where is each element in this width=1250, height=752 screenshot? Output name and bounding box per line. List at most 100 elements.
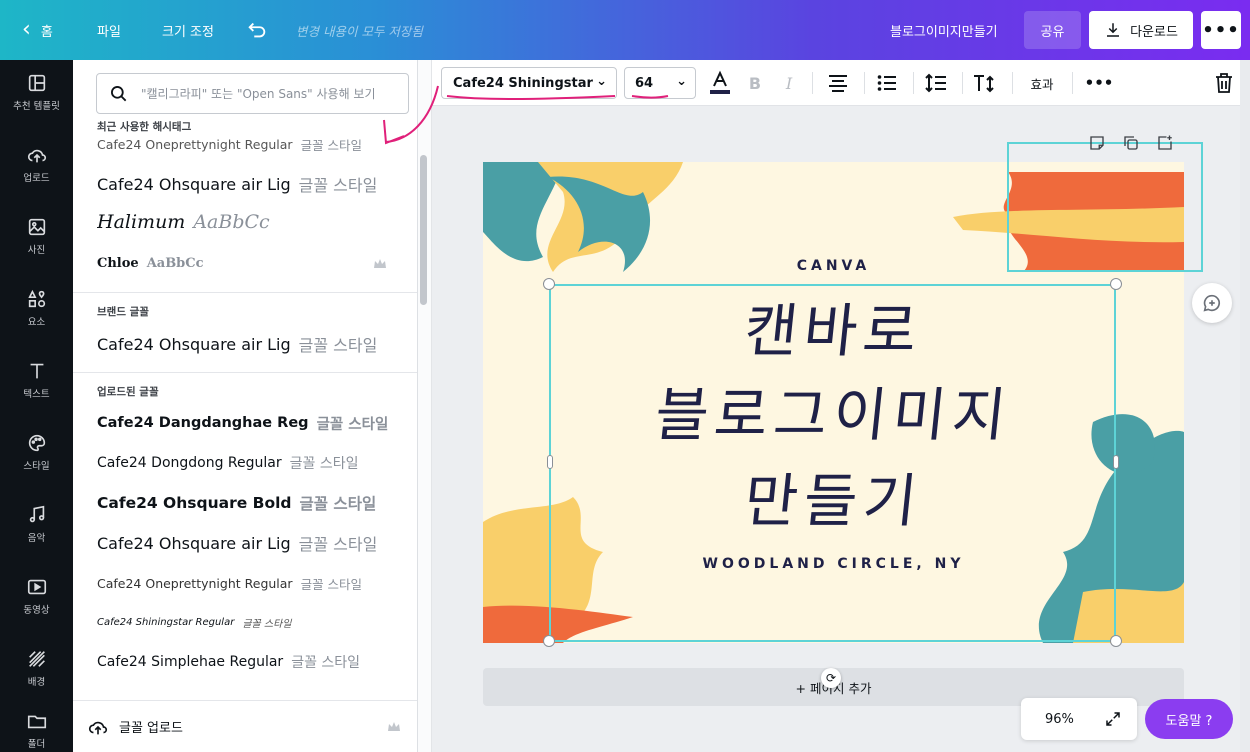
upload-font-button[interactable]: 글꼴 업로드 bbox=[73, 700, 417, 752]
font-option-sample: AaBbCc bbox=[193, 211, 270, 233]
document-title[interactable]: 블로그이미지만들기 bbox=[890, 0, 998, 60]
font-option[interactable]: Cafe24 Shiningstar Regular 글꼴 스타일 bbox=[97, 605, 397, 639]
section-divider bbox=[73, 372, 417, 373]
resize-handle-br[interactable] bbox=[1110, 635, 1122, 647]
rail-label: 배경 bbox=[27, 677, 46, 688]
rail-label: 추천 템플릿 bbox=[13, 101, 60, 112]
upload-cloud-icon bbox=[88, 721, 108, 734]
resize-handle-tr[interactable] bbox=[1110, 278, 1122, 290]
palette-icon bbox=[28, 434, 45, 452]
chevron-left-icon: ‹ bbox=[22, 17, 31, 42]
toolbar-divider bbox=[864, 72, 865, 94]
top-bar: ‹ 홈 파일 크기 조정 변경 내용이 모두 저장됨 블로그이미지만들기 공유 … bbox=[0, 0, 1250, 60]
font-option-name: Cafe24 Ohsquare Bold bbox=[97, 494, 292, 512]
zoom-control[interactable]: 96% bbox=[1021, 698, 1137, 740]
undo-button[interactable] bbox=[246, 0, 268, 60]
file-menu[interactable]: 파일 bbox=[97, 0, 121, 60]
toolbar-divider bbox=[962, 72, 963, 94]
note-icon[interactable] bbox=[1088, 134, 1106, 152]
font-option-name: Cafe24 Oneprettynight Regular bbox=[97, 136, 293, 152]
share-button[interactable]: 공유 bbox=[1024, 11, 1081, 49]
add-comment-button[interactable] bbox=[1192, 283, 1232, 323]
text-transform-button[interactable] bbox=[969, 67, 1001, 99]
home-button[interactable]: ‹ 홈 bbox=[22, 0, 53, 60]
font-option-name: Halimum bbox=[97, 211, 186, 233]
line-spacing-icon bbox=[925, 73, 946, 93]
rotate-handle[interactable]: ⟳ bbox=[821, 668, 841, 688]
section-divider bbox=[73, 292, 417, 293]
rail-item-music[interactable]: 음악 bbox=[0, 492, 73, 556]
rail-label: 스타일 bbox=[23, 461, 50, 472]
resize-handle-tl[interactable] bbox=[543, 278, 555, 290]
italic-button[interactable]: I bbox=[773, 67, 805, 99]
font-search-input[interactable] bbox=[141, 80, 403, 108]
template-icon bbox=[28, 74, 45, 92]
font-option[interactable]: Halimum AaBbCc bbox=[97, 205, 397, 239]
crown-icon bbox=[374, 259, 386, 268]
rail-item-templates[interactable]: 추천 템플릿 bbox=[0, 60, 73, 124]
font-family-dropdown[interactable]: Cafe24 Shiningstar ⌄ bbox=[441, 67, 617, 99]
search-icon bbox=[111, 86, 127, 102]
chevron-down-icon: ⌄ bbox=[596, 74, 607, 89]
text-selection-box[interactable] bbox=[549, 284, 1116, 642]
resize-handle-left[interactable] bbox=[547, 455, 553, 469]
font-option[interactable]: Cafe24 Dangdanghae Reg 글꼴 스타일 bbox=[97, 406, 397, 440]
toolbar-more-button[interactable]: ••• bbox=[1083, 67, 1115, 99]
rail-item-photos[interactable]: 사진 bbox=[0, 204, 73, 268]
font-option[interactable]: Cafe24 Oneprettynight Regular 글꼴 스타일 bbox=[97, 566, 397, 600]
rotate-icon: ⟳ bbox=[825, 671, 837, 685]
font-option[interactable]: Cafe24 Dongdong Regular 글꼴 스타일 bbox=[97, 446, 397, 480]
help-button[interactable]: 도움말 ? bbox=[1145, 699, 1233, 739]
rail-label: 요소 bbox=[27, 317, 46, 328]
font-option[interactable]: Cafe24 Ohsquare air Lig 글꼴 스타일 bbox=[97, 526, 397, 560]
rail-item-folders[interactable]: 폴더 bbox=[0, 702, 73, 752]
font-option[interactable]: Cafe24 Ohsquare Bold 글꼴 스타일 bbox=[97, 486, 397, 520]
toolbar-divider bbox=[1072, 72, 1073, 94]
rail-label: 동영상 bbox=[23, 605, 50, 616]
rail-item-elements[interactable]: 요소 bbox=[0, 276, 73, 340]
font-option-sample: 글꼴 스타일 bbox=[242, 618, 292, 630]
rail-item-text[interactable]: 텍스트 bbox=[0, 348, 73, 412]
rail-item-videos[interactable]: 동영상 bbox=[0, 564, 73, 628]
download-button[interactable]: 다운로드 bbox=[1089, 11, 1193, 49]
font-option[interactable]: Cafe24 Ohsquare air Lig 글꼴 스타일 bbox=[97, 167, 397, 201]
align-button[interactable] bbox=[822, 67, 854, 99]
font-option-name: Cafe24 Ohsquare air Lig bbox=[97, 533, 291, 553]
font-option[interactable]: Cafe24 Ohsquare air Lig 글꼴 스타일 bbox=[97, 327, 397, 361]
more-options-button[interactable]: ••• bbox=[1201, 11, 1241, 49]
rail-item-uploads[interactable]: 업로드 bbox=[0, 132, 73, 196]
text-color-button[interactable] bbox=[704, 67, 736, 99]
hover-outline bbox=[1007, 142, 1203, 272]
font-search-box[interactable] bbox=[96, 73, 409, 114]
fullscreen-icon[interactable] bbox=[1104, 710, 1122, 728]
font-option-sample: 글꼴 스타일 bbox=[291, 655, 361, 671]
page-tools bbox=[1088, 134, 1174, 152]
text-color-icon bbox=[710, 70, 730, 94]
rail-item-styles[interactable]: 스타일 bbox=[0, 420, 73, 484]
rail-label: 업로드 bbox=[23, 173, 50, 184]
font-option-sample: 글꼴 스타일 bbox=[299, 495, 377, 513]
effects-button[interactable]: 효과 bbox=[1024, 67, 1060, 99]
resize-menu[interactable]: 크기 조정 bbox=[162, 0, 214, 60]
rail-label: 사진 bbox=[27, 245, 46, 256]
save-status: 변경 내용이 모두 저장됨 bbox=[296, 23, 423, 39]
font-option[interactable]: Cafe24 Simplehae Regular 글꼴 스타일 bbox=[97, 645, 397, 679]
resize-handle-right[interactable] bbox=[1113, 455, 1119, 469]
bold-button[interactable]: B bbox=[739, 67, 771, 99]
resize-handle-bl[interactable] bbox=[543, 635, 555, 647]
font-option[interactable]: Cafe24 Oneprettynight Regular 글꼴 스타일 bbox=[97, 127, 397, 161]
comment-icon bbox=[1203, 294, 1221, 312]
font-size-dropdown[interactable]: 64 ⌄ bbox=[624, 67, 696, 99]
add-page-icon[interactable] bbox=[1156, 134, 1174, 152]
list-button[interactable] bbox=[871, 67, 903, 99]
rail-item-backgrounds[interactable]: 배경 bbox=[0, 636, 73, 700]
font-option[interactable]: Chloe AaBbCc bbox=[97, 246, 397, 280]
spacing-button[interactable] bbox=[920, 67, 952, 99]
canvas-scrollbar[interactable] bbox=[1240, 60, 1250, 752]
duplicate-icon[interactable] bbox=[1122, 134, 1140, 152]
font-panel-scrollbar[interactable] bbox=[420, 155, 427, 305]
font-option-name: Chloe bbox=[97, 255, 139, 271]
canvas-area: CANVA 캔바로 블로그이미지 만들기 WOODLAND CIRCLE, NY… bbox=[432, 106, 1250, 752]
delete-button[interactable] bbox=[1208, 67, 1240, 99]
folder-icon bbox=[27, 715, 46, 729]
